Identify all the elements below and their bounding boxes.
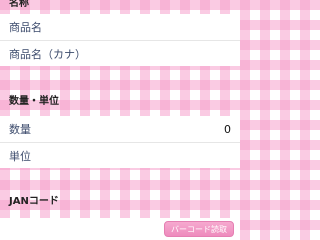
quantity-value: 0 xyxy=(224,122,231,136)
product-name-field[interactable]: 商品名 xyxy=(0,14,240,40)
section-header-jan-code: JANコード xyxy=(9,196,59,207)
product-name-label: 商品名 xyxy=(9,21,42,34)
product-name-kana-field[interactable]: 商品名（カナ） xyxy=(0,40,240,66)
name-group: 商品名 商品名（カナ） xyxy=(0,14,240,66)
section-header-quantity-unit: 数量・単位 xyxy=(9,96,59,107)
unit-label: 単位 xyxy=(9,149,31,163)
quantity-label: 数量 xyxy=(9,123,31,136)
section-header-name: 名称 xyxy=(9,0,29,9)
unit-field[interactable]: 単位 xyxy=(0,142,240,168)
barcode-scan-button[interactable]: バーコード読取 xyxy=(164,221,234,237)
product-name-kana-label: 商品名（カナ） xyxy=(9,47,86,61)
quantity-group: 数量 0 単位 xyxy=(0,116,240,168)
quantity-field[interactable]: 数量 0 xyxy=(0,116,240,142)
barcode-input-area: バーコード読取 xyxy=(0,218,240,240)
